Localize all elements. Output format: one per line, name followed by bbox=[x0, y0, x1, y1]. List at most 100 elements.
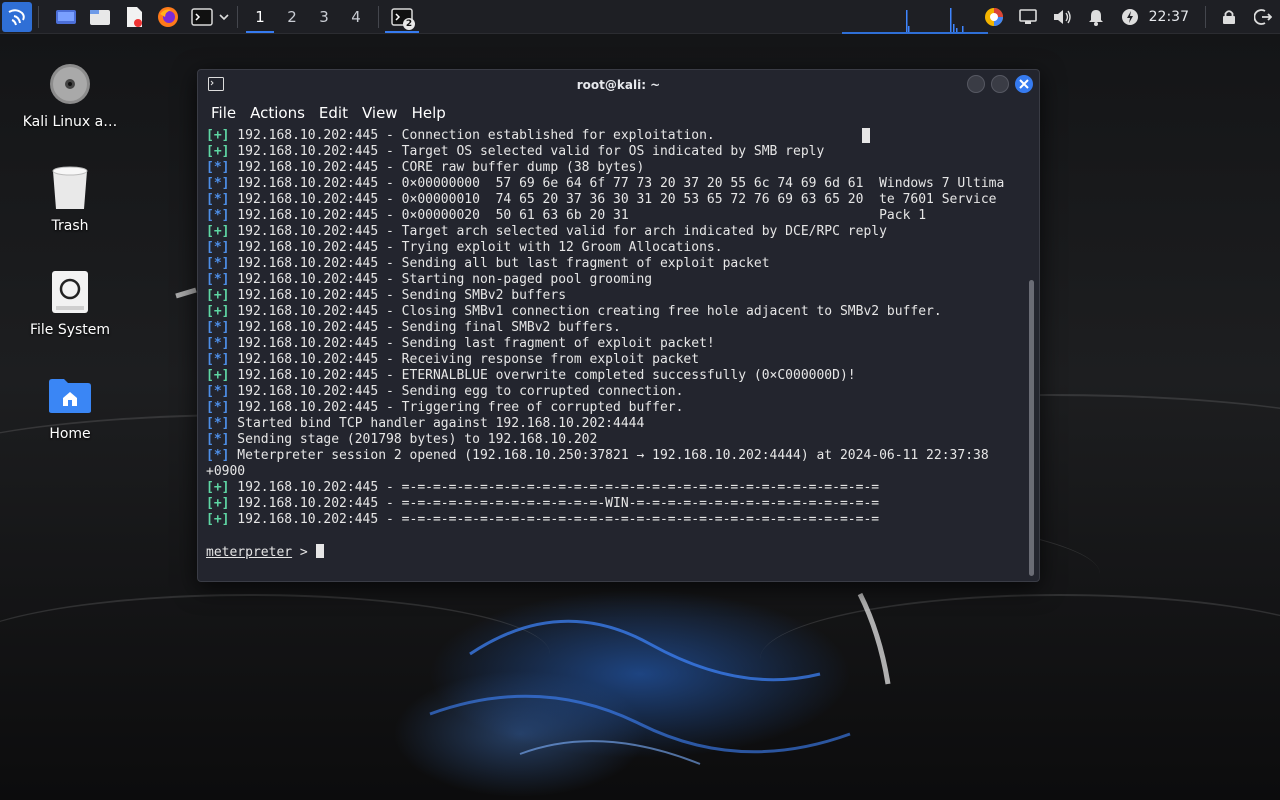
workspace-2[interactable]: 2 bbox=[276, 0, 308, 34]
drive-icon bbox=[46, 268, 94, 316]
terminal-line: [*] Meterpreter session 2 opened (192.16… bbox=[206, 448, 1023, 464]
workspace-4[interactable]: 4 bbox=[340, 0, 372, 34]
terminal-line: [+] 192.168.10.202:445 - Target OS selec… bbox=[206, 144, 1023, 160]
status-success-tag: [+] bbox=[206, 288, 230, 303]
text-editor-icon[interactable] bbox=[121, 4, 147, 30]
menu-edit[interactable]: Edit bbox=[312, 104, 355, 122]
status-success-tag: [+] bbox=[206, 128, 230, 143]
close-icon bbox=[1019, 79, 1029, 89]
terminal-line: [*] 192.168.10.202:445 - 0×00000000 57 6… bbox=[206, 176, 1023, 192]
cpu-usage-graph bbox=[842, 8, 988, 34]
top-panel: 1 2 3 4 2 22:37 bbox=[0, 0, 1280, 34]
status-info-tag: [*] bbox=[206, 240, 230, 255]
trash-icon bbox=[46, 164, 94, 212]
maximize-button[interactable] bbox=[991, 75, 1009, 93]
close-button[interactable] bbox=[1015, 75, 1033, 93]
panel-separator bbox=[237, 5, 238, 28]
status-success-tag: [+] bbox=[206, 480, 230, 495]
terminal-line: [+] 192.168.10.202:445 - Closing SMBv1 c… bbox=[206, 304, 1023, 320]
terminal-line: [*] Started bind TCP handler against 192… bbox=[206, 416, 1023, 432]
terminal-cursor-top bbox=[862, 128, 870, 143]
network-icon[interactable] bbox=[1011, 0, 1045, 34]
power-icon[interactable] bbox=[1113, 0, 1147, 34]
disc-icon bbox=[46, 60, 94, 108]
terminal-line-text: Started bind TCP handler against 192.168… bbox=[229, 416, 645, 431]
terminal-line-text: 192.168.10.202:445 - 0×00000020 50 61 63… bbox=[229, 208, 927, 223]
terminal-line-text: 192.168.10.202:445 - Sending all but las… bbox=[229, 256, 770, 271]
terminal-line: [+] 192.168.10.202:445 - ETERNALBLUE ove… bbox=[206, 368, 1023, 384]
file-manager-icon[interactable] bbox=[87, 4, 113, 30]
terminal-line: [*] 192.168.10.202:445 - Receiving respo… bbox=[206, 352, 1023, 368]
terminal-line: [*] 192.168.10.202:445 - Sending egg to … bbox=[206, 384, 1023, 400]
scrollbar[interactable] bbox=[1029, 280, 1034, 576]
status-info-tag: [*] bbox=[206, 208, 230, 223]
status-info-tag: [*] bbox=[206, 256, 230, 271]
window-titlebar[interactable]: root@kali: ~ bbox=[198, 70, 1039, 99]
menu-help[interactable]: Help bbox=[405, 104, 453, 122]
minimize-button[interactable] bbox=[967, 75, 985, 93]
panel-separator bbox=[1205, 6, 1206, 28]
terminal-window[interactable]: root@kali: ~ File Actions Edit View Help… bbox=[197, 69, 1040, 582]
desktop-item-home[interactable]: Home bbox=[10, 372, 130, 442]
status-info-tag: [*] bbox=[206, 384, 230, 399]
status-success-tag: [+] bbox=[206, 224, 230, 239]
terminal-line: [*] 192.168.10.202:445 - Sending final S… bbox=[206, 320, 1023, 336]
firefox-icon[interactable] bbox=[155, 4, 181, 30]
terminal-task-button[interactable]: 2 bbox=[385, 0, 419, 34]
desktop-item-label: File System bbox=[29, 322, 111, 338]
terminal-line-text: 192.168.10.202:445 - Sending last fragme… bbox=[229, 336, 715, 351]
terminal-output[interactable]: [+] 192.168.10.202:445 - Connection esta… bbox=[206, 128, 1023, 571]
terminal-line-text: 192.168.10.202:445 - Starting non-paged … bbox=[229, 272, 653, 287]
clock[interactable]: 22:37 bbox=[1147, 9, 1199, 25]
panel-separator bbox=[378, 5, 379, 28]
terminal-line-text: 192.168.10.202:445 - CORE raw buffer dum… bbox=[229, 160, 645, 175]
chevron-down-icon[interactable] bbox=[217, 4, 231, 30]
terminal-line-text: 192.168.10.202:445 - 0×00000010 74 65 20… bbox=[229, 192, 997, 207]
bell-icon[interactable] bbox=[1079, 0, 1113, 34]
color-picker-icon[interactable] bbox=[977, 0, 1011, 34]
workspace-3[interactable]: 3 bbox=[308, 0, 340, 34]
menu-view[interactable]: View bbox=[355, 104, 405, 122]
desktop-item-trash[interactable]: Trash bbox=[10, 164, 130, 234]
terminal-line: [+] 192.168.10.202:445 - Sending SMBv2 b… bbox=[206, 288, 1023, 304]
status-info-tag: [*] bbox=[206, 416, 230, 431]
terminal-line-text: 192.168.10.202:445 - Closing SMBv1 conne… bbox=[229, 304, 942, 319]
workspace-1[interactable]: 1 bbox=[244, 0, 276, 34]
terminal-prompt-line[interactable]: meterpreter > bbox=[206, 544, 1023, 560]
terminal-line-text: 192.168.10.202:445 - Sending SMBv2 buffe… bbox=[229, 288, 567, 303]
terminal-line-text: 192.168.10.202:445 - Trying exploit with… bbox=[229, 240, 723, 255]
terminal-line-text: 192.168.10.202:445 - Target OS selected … bbox=[229, 144, 825, 159]
terminal-line: [*] 192.168.10.202:445 - Trying exploit … bbox=[206, 240, 1023, 256]
terminal-line: [+] 192.168.10.202:445 - =-=-=-=-=-=-=-=… bbox=[206, 496, 1023, 512]
terminal-icon[interactable] bbox=[189, 4, 215, 30]
terminal-line-text: 192.168.10.202:445 - =-=-=-=-=-=-=-=-=-=… bbox=[229, 496, 880, 511]
terminal-line: [+] 192.168.10.202:445 - Connection esta… bbox=[206, 128, 1023, 144]
terminal-line-text: 192.168.10.202:445 - Sending final SMBv2… bbox=[229, 320, 621, 335]
window-count-badge: 2 bbox=[403, 17, 415, 30]
terminal-line: [+] 192.168.10.202:445 - =-=-=-=-=-=-=-=… bbox=[206, 512, 1023, 528]
menu-file[interactable]: File bbox=[204, 104, 243, 122]
menu-actions[interactable]: Actions bbox=[243, 104, 312, 122]
lock-icon[interactable] bbox=[1212, 0, 1246, 34]
desktop-icon[interactable] bbox=[53, 4, 79, 30]
desktop-item-file-system[interactable]: File System bbox=[10, 268, 130, 338]
logout-icon[interactable] bbox=[1246, 0, 1280, 34]
status-info-tag: [*] bbox=[206, 352, 230, 367]
terminal-line-text: 192.168.10.202:445 - Target arch selecte… bbox=[229, 224, 887, 239]
desktop-item-kali-disc[interactable]: Kali Linux a… bbox=[10, 60, 130, 130]
desktop-item-label: Kali Linux a… bbox=[22, 114, 118, 130]
terminal-icon bbox=[208, 77, 224, 94]
terminal-line-text: 192.168.10.202:445 - Receiving response … bbox=[229, 352, 700, 367]
terminal-line: [*] 192.168.10.202:445 - Triggering free… bbox=[206, 400, 1023, 416]
terminal-line-text: 192.168.10.202:445 - =-=-=-=-=-=-=-=-=-=… bbox=[229, 512, 880, 527]
status-info-tag: [*] bbox=[206, 400, 230, 415]
terminal-line: [*] 192.168.10.202:445 - Starting non-pa… bbox=[206, 272, 1023, 288]
terminal-line-text: Meterpreter session 2 opened (192.168.10… bbox=[229, 448, 989, 463]
terminal-line: [*] 192.168.10.202:445 - 0×00000010 74 6… bbox=[206, 192, 1023, 208]
volume-icon[interactable] bbox=[1045, 0, 1079, 34]
desktop-item-label: Home bbox=[49, 426, 91, 442]
terminal-line-text: 192.168.10.202:445 - Connection establis… bbox=[229, 128, 715, 143]
kali-menu-icon[interactable] bbox=[2, 1, 32, 32]
terminal-line: [*] 192.168.10.202:445 - Sending last fr… bbox=[206, 336, 1023, 352]
window-title: root@kali: ~ bbox=[576, 77, 661, 92]
